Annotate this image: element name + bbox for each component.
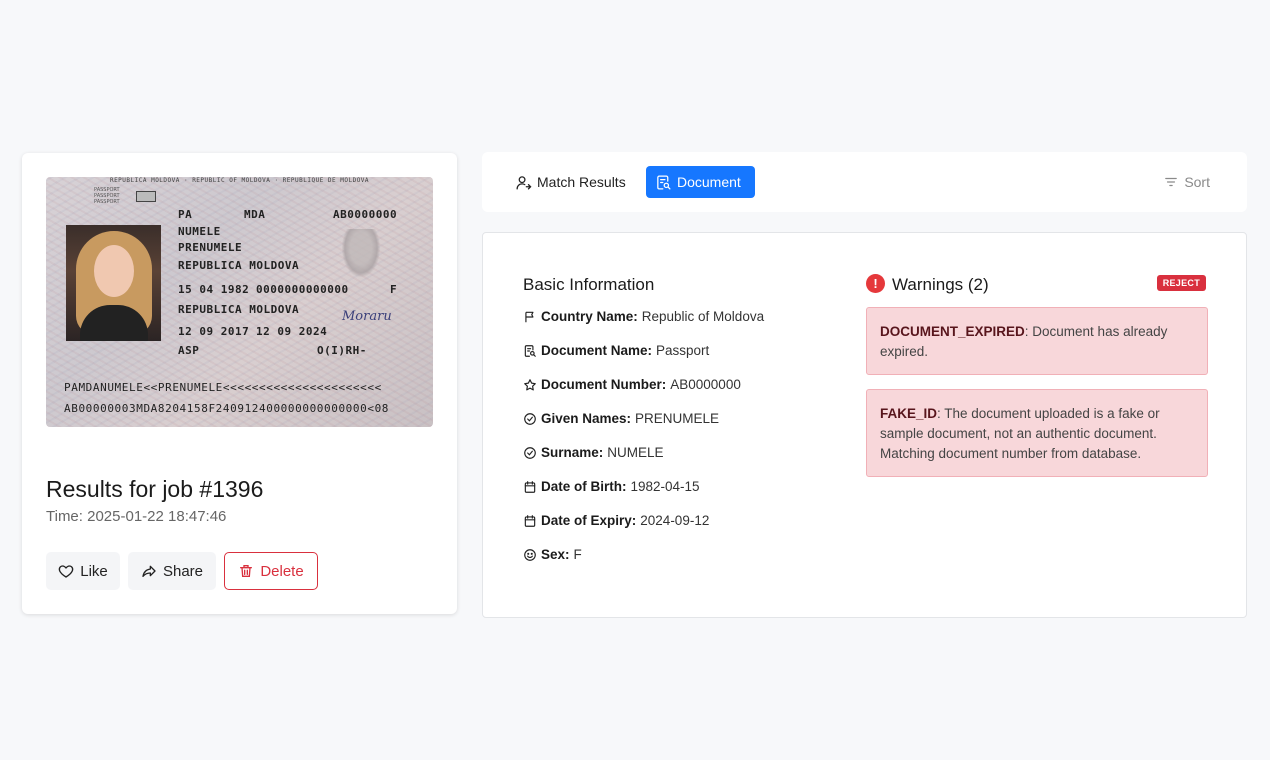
info-row-document-number: Document Number: AB0000000: [523, 377, 741, 392]
share-label: Share: [162, 562, 204, 580]
warning-item: DOCUMENT_EXPIRED: Document has already e…: [866, 307, 1208, 375]
like-label: Like: [80, 562, 108, 580]
user-match-icon: [516, 175, 532, 190]
passport-expiry-date: 12 09 2024: [256, 325, 328, 338]
check-circle-icon: [524, 412, 536, 425]
info-row-expiry-date: Date of Expiry: 2024-09-12: [523, 513, 709, 528]
smile-icon: [524, 548, 536, 561]
info-label: Sex:: [541, 547, 570, 562]
delete-button[interactable]: Delete: [224, 552, 318, 590]
info-label: Date of Expiry:: [541, 513, 637, 528]
share-button[interactable]: Share: [128, 552, 216, 590]
info-value: PRENUMELE: [635, 411, 720, 426]
info-row-given-names: Given Names: PRENUMELE: [523, 411, 719, 426]
job-title: Results for job #1396: [46, 476, 264, 502]
info-label: Given Names:: [541, 411, 632, 426]
passport-type: PA: [178, 208, 193, 221]
info-value: 1982-04-15: [630, 479, 700, 494]
passport-authority: ASP: [178, 344, 200, 357]
warning-code: FAKE_ID: [880, 406, 938, 421]
tab-bar: Match Results Document Sort: [482, 152, 1247, 212]
passport-signature: Moraru: [342, 309, 392, 324]
sort-label: Sort: [1184, 174, 1210, 190]
basic-info-title: Basic Information: [523, 275, 655, 294]
check-circle-icon: [524, 446, 536, 459]
tab-match-label: Match Results: [537, 174, 626, 190]
warning-item: FAKE_ID: The document uploaded is a fake…: [866, 389, 1208, 477]
warning-code: DOCUMENT_EXPIRED: [880, 324, 1025, 339]
document-details-card: Basic Information Country Name: Republic…: [482, 232, 1247, 618]
info-row-birth-date: Date of Birth: 1982-04-15: [523, 479, 700, 494]
job-summary-card: REPUBLICA MOLDOVA · REPUBLIC OF MOLDOVA …: [22, 153, 457, 614]
passport-mrz-line-2: AB00000003MDA8204158F2409124000000000000…: [64, 402, 390, 415]
info-label: Date of Birth:: [541, 479, 627, 494]
heart-icon: [58, 565, 74, 578]
info-label: Document Name:: [541, 343, 653, 358]
info-label: Country Name:: [541, 309, 638, 324]
delete-label: Delete: [260, 562, 304, 580]
info-row-country: Country Name: Republic of Moldova: [523, 309, 764, 324]
passport-surname: NUMELE: [178, 225, 221, 238]
warnings-title: Warnings (2): [892, 275, 989, 294]
passport-issue-date: 12 09 2017: [178, 325, 250, 338]
flag-icon: [525, 311, 534, 322]
info-label: Document Number:: [541, 377, 667, 392]
reject-badge: REJECT: [1156, 275, 1206, 291]
passport-personal-no: 0000000000000: [256, 283, 349, 296]
info-label: Surname:: [541, 445, 604, 460]
tab-document-label: Document: [677, 174, 741, 190]
document-icon: [524, 344, 536, 357]
passport-birth-date: 15 04 1982: [178, 283, 250, 296]
info-value: Republic of Moldova: [641, 309, 765, 324]
passport-header: REPUBLICA MOLDOVA · REPUBLIC OF MOLDOVA …: [109, 177, 370, 184]
passport-mrz-line-1: PAMDANUMELE<<PRENUMELE<<<<<<<<<<<<<<<<<<…: [64, 381, 382, 394]
like-button[interactable]: Like: [46, 552, 120, 590]
share-icon: [142, 565, 156, 577]
tab-match-results[interactable]: Match Results: [506, 166, 635, 198]
info-value: AB0000000: [670, 377, 741, 392]
passport-image: REPUBLICA MOLDOVA · REPUBLIC OF MOLDOVA …: [46, 177, 433, 427]
passport-given-names: PRENUMELE: [178, 241, 243, 254]
passport-number: AB0000000: [333, 208, 398, 221]
sort-icon: [1165, 177, 1178, 187]
info-value: Passport: [656, 343, 710, 358]
info-value: NUMELE: [607, 445, 664, 460]
passport-ghost-photo: [342, 229, 380, 277]
passport-country-code: MDA: [244, 208, 266, 221]
star-icon: [524, 378, 536, 390]
info-row-surname: Surname: NUMELE: [523, 445, 664, 460]
chip-icon: [136, 191, 156, 202]
info-row-sex: Sex: F: [523, 547, 582, 562]
passport-photo: [66, 225, 161, 341]
trash-icon: [240, 565, 253, 577]
passport-blood-group: O(I)RH-: [317, 344, 367, 357]
passport-birth-place: REPUBLICA MOLDOVA: [178, 303, 300, 316]
sort-button[interactable]: Sort: [1164, 174, 1210, 190]
calendar-icon: [524, 514, 536, 527]
tab-document[interactable]: Document: [646, 166, 755, 198]
passport-nationality: REPUBLICA MOLDOVA: [178, 259, 300, 272]
document-search-icon: [657, 174, 671, 190]
job-time: Time: 2025-01-22 18:47:46: [46, 508, 227, 525]
info-value: 2024-09-12: [640, 513, 710, 528]
calendar-icon: [524, 480, 536, 493]
alert-icon: !: [866, 274, 885, 293]
info-row-document-name: Document Name: Passport: [523, 343, 709, 358]
info-value: F: [573, 547, 582, 562]
passport-sex: F: [390, 283, 398, 296]
passport-doc-label: PASSPORT PASSPORT PASSPORT: [94, 187, 120, 205]
